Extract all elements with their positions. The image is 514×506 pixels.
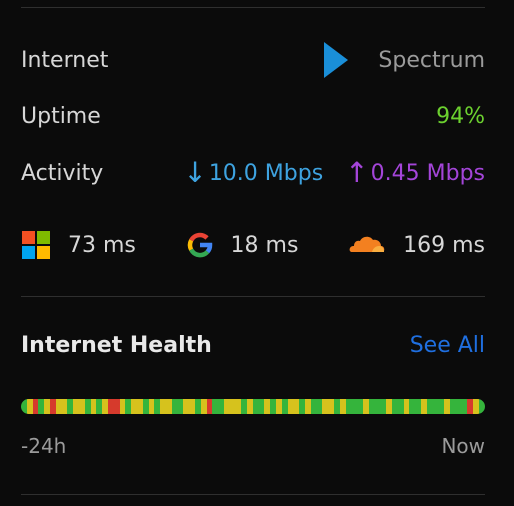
uptime-value: 94% <box>436 103 485 129</box>
top-divider <box>21 7 485 8</box>
uptime-label: Uptime <box>21 103 101 129</box>
internet-health-title: Internet Health <box>21 333 212 358</box>
google-latency: 18 ms <box>186 231 299 259</box>
internet-row: Internet Spectrum <box>21 42 485 78</box>
internet-label: Internet <box>21 47 109 73</box>
download-speed: 10.0 Mbps <box>208 160 324 186</box>
spectrum-logo-icon <box>324 42 349 78</box>
microsoft-latency: 73 ms <box>21 230 136 260</box>
upload-speed: 0.45 Mbps <box>370 160 485 186</box>
microsoft-latency-value: 73 ms <box>68 232 136 258</box>
bottom-divider <box>21 494 485 495</box>
google-icon <box>187 232 212 258</box>
download-arrow-icon: ↓ <box>183 156 207 189</box>
health-segment <box>478 399 485 414</box>
cloudflare-icon <box>349 236 385 252</box>
activity-values: ↓ 10.0 Mbps ↑ 0.45 Mbps <box>183 159 485 187</box>
activity-label: Activity <box>21 160 104 186</box>
latency-row: 73 ms 18 ms 169 ms <box>21 228 485 262</box>
microsoft-icon <box>22 231 50 259</box>
uptime-row: Uptime 94% <box>21 100 485 132</box>
isp-name: Spectrum <box>378 47 485 73</box>
timeline-start-label: -24h <box>21 434 67 458</box>
see-all-link[interactable]: See All <box>410 333 485 358</box>
upload-arrow-icon: ↑ <box>345 156 369 189</box>
timeline-end-label: Now <box>441 434 485 458</box>
isp-info: Spectrum <box>324 42 485 78</box>
cloudflare-latency-value: 169 ms <box>403 232 485 258</box>
activity-row: Activity ↓ 10.0 Mbps ↑ 0.45 Mbps <box>21 156 485 190</box>
internet-status-panel: Internet Spectrum Uptime 94% Activity ↓ … <box>0 0 514 506</box>
cloudflare-latency: 169 ms <box>348 233 485 258</box>
google-latency-value: 18 ms <box>230 232 299 258</box>
middle-divider <box>21 296 485 297</box>
internet-health-bar[interactable] <box>21 399 485 414</box>
